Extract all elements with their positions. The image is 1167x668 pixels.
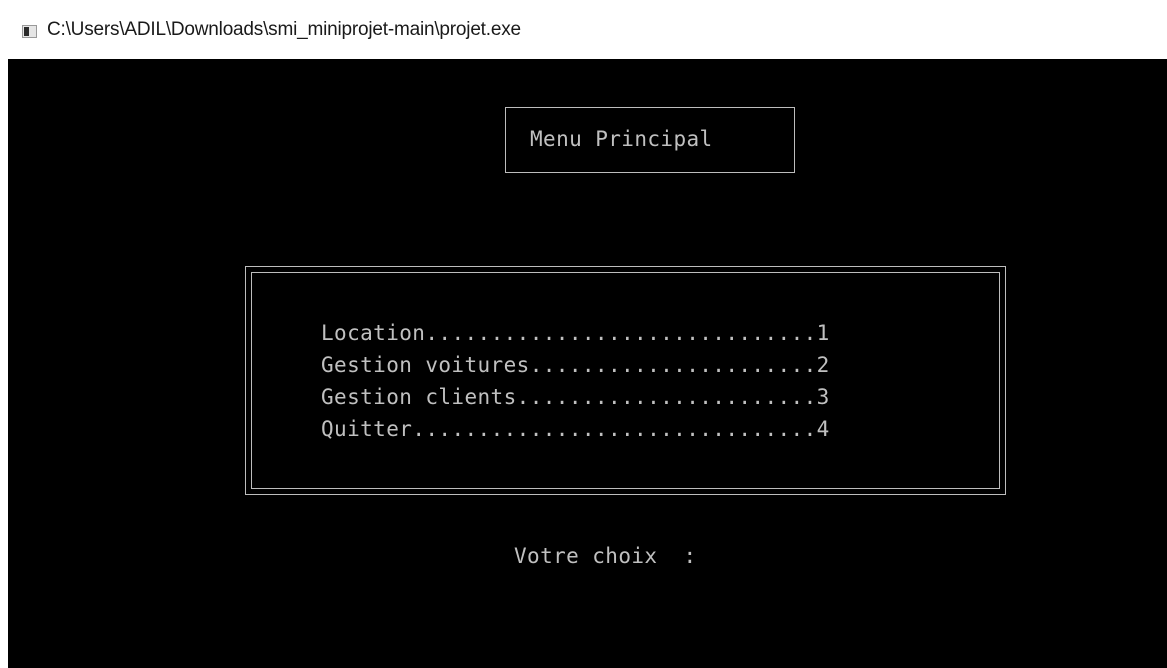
- option-dots: ...............................: [412, 417, 817, 441]
- console-window: C:\Users\ADIL\Downloads\smi_miniprojet-m…: [0, 0, 1167, 668]
- menu-option-gestion-clients: Gestion clients....................... 3: [321, 381, 830, 413]
- menu-title: Menu Principal: [530, 127, 713, 151]
- menu-options: Location.............................. 1 …: [321, 317, 830, 445]
- title-bar[interactable]: C:\Users\ADIL\Downloads\smi_miniprojet-m…: [0, 0, 1167, 59]
- console-app-icon[interactable]: [22, 25, 37, 38]
- window-title: C:\Users\ADIL\Downloads\smi_miniprojet-m…: [47, 19, 521, 40]
- option-number: 3: [816, 385, 830, 409]
- menu-option-gestion-voitures: Gestion voitures...................... 2: [321, 349, 830, 381]
- choice-prompt: Votre choix :: [514, 544, 697, 568]
- console-area[interactable]: Menu Principal Location.................…: [8, 59, 1167, 668]
- menu-option-quitter: Quitter............................... 4: [321, 413, 830, 445]
- option-label: Quitter: [321, 417, 413, 441]
- option-dots: ......................: [529, 353, 817, 377]
- option-number: 2: [816, 353, 830, 377]
- option-label: Gestion voitures: [321, 353, 530, 377]
- option-number: 1: [816, 321, 830, 345]
- option-number: 4: [816, 417, 830, 441]
- option-label: Gestion clients: [321, 385, 517, 409]
- option-dots: ..............................: [425, 321, 817, 345]
- menu-option-location: Location.............................. 1: [321, 317, 830, 349]
- option-dots: .......................: [516, 385, 817, 409]
- option-label: Location: [321, 321, 426, 345]
